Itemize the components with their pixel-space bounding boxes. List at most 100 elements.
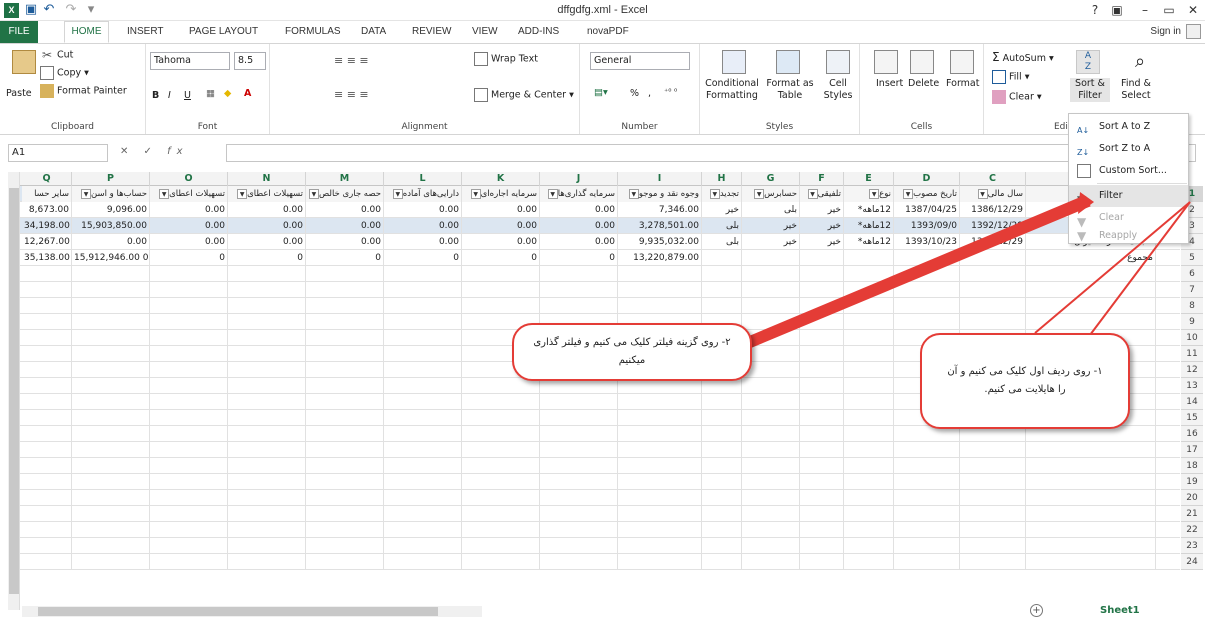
row-header[interactable]: 19 [1181, 474, 1203, 490]
empty-cell[interactable] [228, 506, 306, 522]
empty-cell[interactable] [1026, 554, 1156, 570]
filter-dropdown-icon[interactable]: ▼ [547, 188, 558, 199]
header-cell[interactable]: سال مالی▼ [960, 186, 1026, 202]
paste-icon[interactable] [12, 50, 36, 74]
empty-cell[interactable] [22, 330, 72, 346]
filter-dropdown-icon[interactable]: ▼ [392, 188, 403, 199]
empty-cell[interactable] [844, 410, 894, 426]
empty-cell[interactable] [894, 538, 960, 554]
table-cell[interactable]: 0.00 [306, 202, 384, 218]
empty-cell[interactable] [150, 394, 228, 410]
empty-cell[interactable] [150, 362, 228, 378]
table-cell[interactable]: 9,096.00 [72, 202, 150, 218]
empty-cell[interactable] [22, 298, 72, 314]
header-cell[interactable]: تسهیلات اعطای▼ [150, 186, 228, 202]
empty-cell[interactable] [384, 522, 462, 538]
empty-cell[interactable] [72, 314, 150, 330]
empty-cell[interactable] [844, 314, 894, 330]
paste-button[interactable]: Paste [6, 88, 32, 99]
empty-cell[interactable] [22, 394, 72, 410]
empty-cell[interactable] [462, 298, 540, 314]
table-cell[interactable]: 0 [150, 250, 228, 266]
clear-filter-item[interactable]: ▼ Clear [1069, 207, 1188, 229]
empty-cell[interactable] [894, 266, 960, 282]
empty-cell[interactable] [228, 330, 306, 346]
empty-cell[interactable] [22, 346, 72, 362]
wrap-text-button[interactable]: Wrap Text [474, 52, 538, 66]
empty-cell[interactable] [228, 410, 306, 426]
empty-cell[interactable] [742, 474, 800, 490]
tab-data[interactable]: DATA [356, 25, 391, 41]
empty-cell[interactable] [618, 538, 702, 554]
empty-cell[interactable] [960, 474, 1026, 490]
empty-cell[interactable] [894, 522, 960, 538]
table-cell[interactable]: بلی [742, 202, 800, 218]
empty-cell[interactable] [306, 378, 384, 394]
copy-button[interactable]: Copy ▾ [40, 66, 89, 80]
empty-cell[interactable] [72, 522, 150, 538]
empty-cell[interactable] [1026, 442, 1156, 458]
empty-row[interactable] [8, 538, 1180, 554]
empty-cell[interactable] [844, 426, 894, 442]
column-header[interactable]: E [844, 172, 894, 186]
empty-cell[interactable] [462, 474, 540, 490]
empty-cell[interactable] [150, 474, 228, 490]
empty-cell[interactable] [540, 282, 618, 298]
table-cell[interactable]: 0.00 [540, 234, 618, 250]
empty-cell[interactable] [150, 442, 228, 458]
table-cell[interactable]: بلی [702, 234, 742, 250]
empty-cell[interactable] [228, 490, 306, 506]
empty-cell[interactable] [306, 266, 384, 282]
empty-cell[interactable] [742, 282, 800, 298]
row-header[interactable]: 16 [1181, 426, 1203, 442]
scroll-thumb[interactable] [9, 188, 19, 594]
empty-cell[interactable] [72, 506, 150, 522]
header-cell[interactable]: حساب‌ها و اسن▼ [72, 186, 150, 202]
filter-dropdown-icon[interactable]: ▼ [81, 188, 92, 199]
empty-cell[interactable] [462, 442, 540, 458]
header-cell[interactable]: سرمایه گذاری‌ها▼ [540, 186, 618, 202]
empty-cell[interactable] [1026, 314, 1156, 330]
table-cell[interactable]: 1387/04/25 [894, 202, 960, 218]
reapply-item[interactable]: ▼ Reapply [1069, 229, 1188, 243]
empty-cell[interactable] [72, 346, 150, 362]
table-cell[interactable]: 1392/12/29 [960, 234, 1026, 250]
empty-cell[interactable] [228, 394, 306, 410]
empty-cell[interactable] [22, 362, 72, 378]
empty-cell[interactable] [462, 490, 540, 506]
empty-cell[interactable] [702, 506, 742, 522]
name-box[interactable]: A1 [8, 144, 108, 162]
vertical-scrollbar[interactable] [8, 172, 20, 610]
empty-cell[interactable] [800, 426, 844, 442]
empty-cell[interactable] [844, 394, 894, 410]
table-cell[interactable] [844, 250, 894, 266]
header-row[interactable]: سایر حسا حساب‌ها و اسن▼ تسهیلات اعطای▼ ت… [8, 186, 1180, 202]
empty-cell[interactable] [72, 554, 150, 570]
empty-cell[interactable] [72, 474, 150, 490]
row-header[interactable]: 5 [1181, 250, 1203, 266]
empty-cell[interactable] [800, 346, 844, 362]
column-header[interactable]: C [960, 172, 1026, 186]
column-header[interactable]: K [462, 172, 540, 186]
empty-cell[interactable] [618, 282, 702, 298]
empty-cell[interactable] [800, 330, 844, 346]
empty-cell[interactable] [844, 554, 894, 570]
row-header[interactable]: 24 [1181, 554, 1203, 570]
empty-cell[interactable] [384, 474, 462, 490]
sign-in-link[interactable]: Sign in [1150, 26, 1181, 37]
empty-cell[interactable] [72, 538, 150, 554]
column-header[interactable]: O [150, 172, 228, 186]
row-header[interactable]: 15 [1181, 410, 1203, 426]
table-cell[interactable]: 0.00 [150, 234, 228, 250]
empty-cell[interactable] [894, 506, 960, 522]
empty-cell[interactable] [384, 330, 462, 346]
empty-cell[interactable] [228, 346, 306, 362]
empty-cell[interactable] [228, 362, 306, 378]
filter-dropdown-icon[interactable]: ▼ [628, 188, 639, 199]
empty-cell[interactable] [800, 298, 844, 314]
empty-cell[interactable] [618, 490, 702, 506]
filter-dropdown-icon[interactable]: ▼ [470, 188, 481, 199]
row-header[interactable]: 20 [1181, 490, 1203, 506]
insert-button[interactable]: Insert [876, 78, 903, 89]
table-cell[interactable]: خیر [800, 218, 844, 234]
